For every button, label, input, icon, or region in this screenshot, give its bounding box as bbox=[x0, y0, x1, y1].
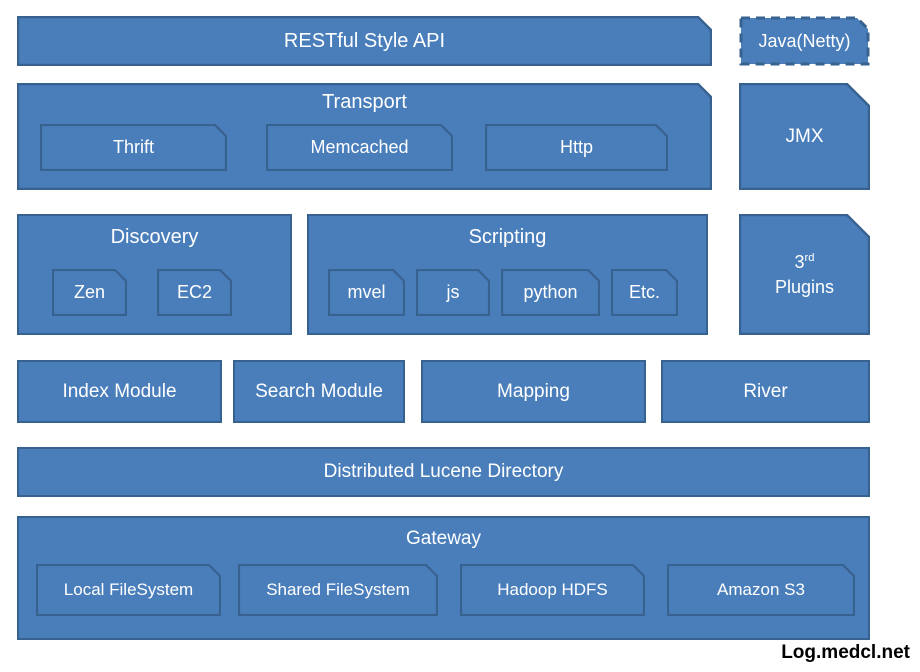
transport-item-label: Http bbox=[559, 137, 593, 158]
scripting-item-python: python bbox=[501, 269, 600, 316]
jmx-box: JMX bbox=[739, 83, 870, 190]
restful-style-api-label: RESTful Style API bbox=[283, 29, 446, 52]
module-search-module: Search Module bbox=[233, 360, 405, 423]
gateway-item-hadoop-hdfs: Hadoop HDFS bbox=[460, 564, 645, 616]
gateway-item-shared-filesystem: Shared FileSystem bbox=[238, 564, 438, 616]
module-label: Mapping bbox=[497, 380, 570, 402]
scripting-group-label: Scripting bbox=[468, 226, 547, 248]
distributed-lucene-directory-box: Distributed Lucene Directory bbox=[17, 447, 870, 497]
discovery-item-label: EC2 bbox=[176, 282, 212, 303]
architecture-diagram: RESTful Style API Java(Netty) Transport … bbox=[0, 0, 920, 672]
discovery-group: Discovery Zen EC2 bbox=[17, 214, 292, 335]
discovery-group-label: Discovery bbox=[110, 226, 199, 248]
discovery-item-ec2: EC2 bbox=[157, 269, 232, 316]
scripting-item-label: Etc. bbox=[628, 282, 660, 303]
third-party-plugins-box: 3rd Plugins bbox=[739, 214, 870, 335]
restful-style-api-box: RESTful Style API bbox=[17, 16, 712, 66]
transport-item-label: Thrift bbox=[112, 137, 154, 158]
gateway-item-label: Local FileSystem bbox=[63, 580, 194, 600]
java-netty-label: Java(Netty) bbox=[758, 30, 851, 51]
scripting-item-label: python bbox=[523, 282, 578, 303]
discovery-item-zen: Zen bbox=[52, 269, 127, 316]
third-party-plugins-prefix: 3 bbox=[794, 252, 805, 273]
java-netty-box: Java(Netty) bbox=[739, 16, 870, 66]
scripting-item-label: js bbox=[446, 282, 460, 303]
module-label: River bbox=[743, 380, 788, 402]
scripting-group: Scripting mvel js python Etc. bbox=[307, 214, 708, 335]
gateway-item-amazon-s3: Amazon S3 bbox=[667, 564, 855, 616]
transport-item-memcached: Memcached bbox=[266, 124, 453, 171]
third-party-plugins-label: 3rd Plugins bbox=[739, 250, 870, 299]
jmx-label: JMX bbox=[785, 125, 824, 147]
transport-group-label: Transport bbox=[322, 91, 407, 113]
module-index-module: Index Module bbox=[17, 360, 222, 423]
third-party-plugins-line2: Plugins bbox=[774, 276, 835, 297]
third-party-plugins-superscript: rd bbox=[804, 252, 815, 265]
module-label: Index Module bbox=[62, 380, 177, 402]
discovery-item-label: Zen bbox=[73, 282, 106, 303]
module-river: River bbox=[661, 360, 870, 423]
gateway-item-label: Amazon S3 bbox=[717, 580, 805, 600]
scripting-item-label: mvel bbox=[347, 282, 386, 303]
transport-item-thrift: Thrift bbox=[40, 124, 227, 171]
transport-item-label: Memcached bbox=[310, 137, 409, 158]
watermark-label: Log.medcl.net bbox=[781, 642, 910, 663]
scripting-item-js: js bbox=[416, 269, 490, 316]
distributed-lucene-directory-label: Distributed Lucene Directory bbox=[323, 461, 564, 483]
gateway-item-local-filesystem: Local FileSystem bbox=[36, 564, 221, 616]
scripting-item-etc: Etc. bbox=[611, 269, 678, 316]
transport-group: Transport Thrift Memcached Http bbox=[17, 83, 712, 190]
transport-item-http: Http bbox=[485, 124, 668, 171]
gateway-group: Gateway Local FileSystem Shared FileSyst… bbox=[17, 516, 870, 640]
scripting-item-mvel: mvel bbox=[328, 269, 405, 316]
module-label: Search Module bbox=[255, 380, 383, 402]
gateway-item-label: Hadoop HDFS bbox=[497, 580, 608, 600]
gateway-group-label: Gateway bbox=[406, 528, 481, 549]
gateway-item-label: Shared FileSystem bbox=[266, 580, 410, 600]
module-mapping: Mapping bbox=[421, 360, 646, 423]
